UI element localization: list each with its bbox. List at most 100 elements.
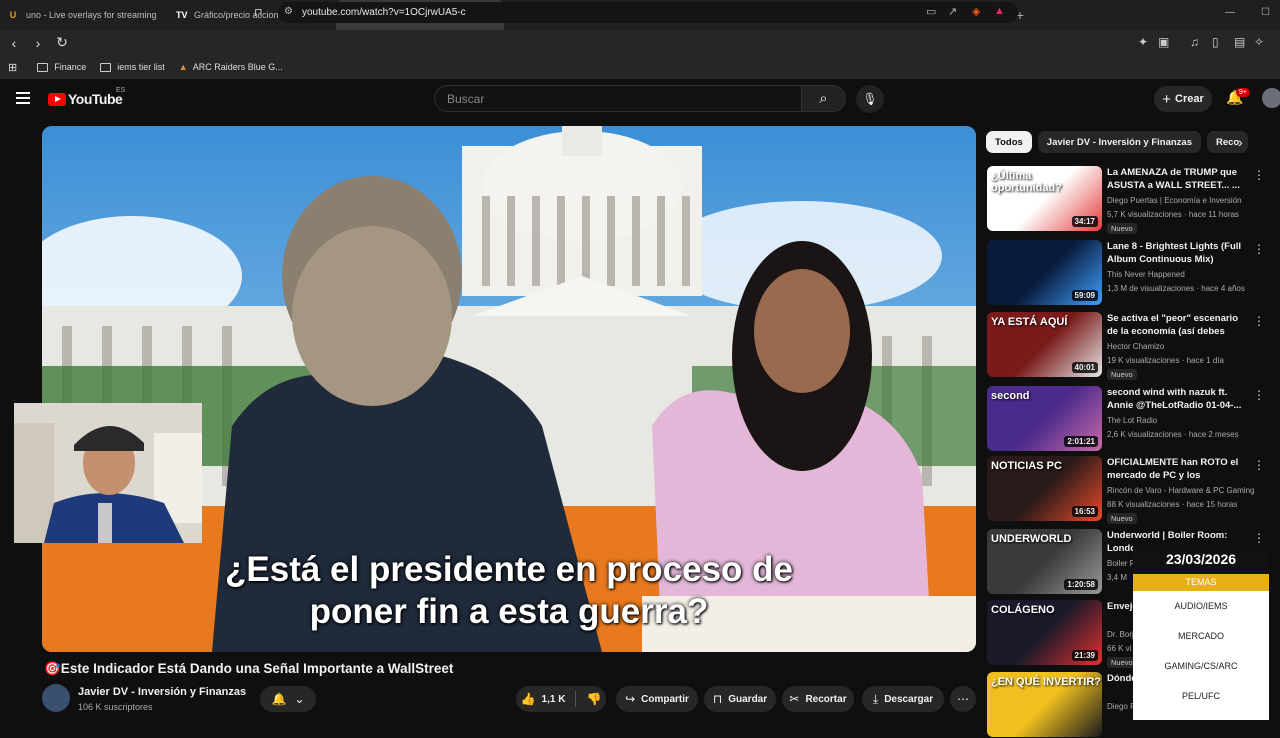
subtitle-line-1: ¿Está el presidente en proceso de [225, 550, 793, 589]
thumbnail-text: UNDERWORLD [991, 533, 1072, 545]
subscriber-count: 106 K suscriptores [78, 702, 153, 712]
plus-icon: + [1162, 90, 1171, 108]
extensions-icon[interactable]: ✦ [1138, 35, 1148, 49]
bookmark-arc-raiders[interactable]: ▲ ARC Raiders Blue G... [179, 62, 283, 72]
subscription-bell-button[interactable]: 🔔 ⌄ [260, 686, 316, 712]
share-button[interactable]: ↪ Compartir [616, 686, 698, 712]
site-info-icon[interactable]: ⚙ [284, 6, 293, 17]
thumbnail-text: second [991, 390, 1030, 402]
video-thumbnail[interactable]: ¿Última oportunidad? 34:17 [987, 166, 1102, 231]
video-thumbnail[interactable]: COLÁGENO 21:39 [987, 600, 1102, 665]
channel-name[interactable]: Hector Chamizo [1107, 342, 1164, 351]
dislike-icon[interactable]: 👎 [586, 692, 601, 706]
channel-name[interactable]: The Lot Radio [1107, 416, 1157, 425]
more-options-icon[interactable]: ⋮ [1253, 242, 1265, 256]
video-player[interactable]: ¿Está el presidente en proceso de poner … [42, 126, 976, 652]
more-options-icon[interactable]: ⋮ [1253, 314, 1265, 328]
video-title[interactable]: OFICIALMENTE han ROTO el mercado de PC y… [1107, 456, 1249, 483]
search-input[interactable]: Buscar [434, 85, 802, 112]
video-thumbnail[interactable]: NOTICIAS PC 16:53 [987, 456, 1102, 521]
video-thumbnail[interactable]: second 2:01:21 [987, 386, 1102, 451]
download-button[interactable]: ⤓ Descargar [862, 686, 944, 712]
avatar[interactable] [1262, 88, 1280, 108]
browser-tab[interactable]: Uuno - Live overlays for streaming [0, 0, 168, 30]
url-text: youtube.com/watch?v=1OCjrwUA5-c [302, 7, 466, 18]
bookmarks-bar: ⊞ Finance iems tier list ▲ ARC Raiders Bl… [0, 55, 1280, 79]
share-icon[interactable]: ↗ [948, 5, 957, 18]
brave-rewards-icon[interactable]: ▲ [994, 5, 1005, 17]
video-duration: 16:53 [1071, 506, 1098, 517]
channel-name[interactable]: This Never Happened [1107, 270, 1185, 279]
window-controls: — ☐ [1225, 7, 1270, 18]
voice-search-button[interactable]: 🎙 [856, 85, 884, 113]
video-thumbnail[interactable]: YA ESTÁ AQUÍ 40:01 [987, 312, 1102, 377]
maximize-icon[interactable]: ☐ [1261, 7, 1270, 18]
video-title: 🎯Este Indicador Está Dando una Señal Imp… [44, 661, 454, 676]
back-icon[interactable]: ‹ [4, 35, 24, 51]
video-title[interactable]: second wind with nazuk ft. Annie @TheLot… [1107, 386, 1249, 412]
video-title[interactable]: Se activa el "peor" escenario de la econ… [1107, 312, 1249, 339]
save-button[interactable]: ⊓ Guardar [704, 686, 776, 712]
folder-icon [100, 62, 112, 72]
video-thumbnail[interactable]: ¿EN QUÉ INVERTIR? [987, 672, 1102, 737]
cast-icon[interactable]: ▭ [926, 5, 936, 18]
minimize-icon[interactable]: — [1225, 7, 1235, 18]
scissors-icon: ✂ [789, 692, 800, 706]
chip-all[interactable]: Todos [986, 131, 1032, 153]
url-field[interactable]: ⚙ youtube.com/watch?v=1OCjrwUA5-c ▭ ↗ ◈ … [278, 2, 1018, 23]
clip-button[interactable]: ✂ Recortar [782, 686, 854, 712]
forward-icon[interactable]: › [28, 35, 48, 51]
recommended-video[interactable]: YA ESTÁ AQUÍ 40:01 Se activa el "peor" esc… [987, 312, 1267, 380]
screenshot-icon[interactable]: ▣ [1158, 35, 1169, 49]
thumbnail-text: YA ESTÁ AQUÍ [991, 316, 1068, 328]
video-duration: 1:20:58 [1064, 579, 1098, 590]
video-title[interactable]: Lane 8 - Brightest Lights (Full Album Co… [1107, 240, 1249, 266]
download-icon: ⤓ [872, 691, 879, 706]
create-button[interactable]: + Crear [1154, 86, 1212, 112]
video-title[interactable]: La AMENAZA de TRUMP que ASUSTA a WALL ST… [1107, 166, 1249, 192]
chevron-right-icon[interactable]: › [1238, 134, 1243, 150]
leo-ai-icon[interactable]: ✧ [1254, 35, 1264, 49]
thumbnail-text: ¿Última oportunidad? [991, 170, 1062, 194]
search-button[interactable]: ⌕ [802, 85, 846, 112]
media-icon[interactable]: ♫ [1190, 35, 1199, 49]
more-options-icon[interactable]: ⋮ [1253, 458, 1265, 472]
like-icon[interactable]: 👍 [521, 692, 536, 706]
apps-grid-icon[interactable]: ⊞ [8, 61, 17, 74]
mic-icon: 🎙 [862, 92, 878, 106]
more-options-icon[interactable]: ⋮ [1253, 168, 1265, 182]
tab-favicon-icon: TV [176, 10, 188, 20]
video-duration: 34:17 [1071, 216, 1098, 227]
like-count[interactable]: 1,1 K [542, 694, 566, 705]
bookmark-iems[interactable]: iems tier list [100, 62, 165, 72]
channel-name[interactable]: Javier DV - Inversión y Finanzas [78, 686, 246, 698]
reload-icon[interactable]: ↻ [52, 34, 72, 51]
channel-name[interactable]: Diego Puertas | Economía e Inversión [1107, 196, 1242, 205]
video-metadata: 1,3 M de visualizaciones · hace 4 años [1107, 284, 1245, 293]
recommended-video[interactable]: second 2:01:21 second wind with nazuk ft. … [987, 386, 1267, 452]
wallet-icon[interactable]: ▤ [1234, 35, 1245, 49]
channel-avatar[interactable] [42, 684, 70, 712]
menu-icon[interactable] [16, 92, 30, 104]
more-options-icon[interactable]: ⋮ [1253, 531, 1265, 545]
sidebar-icon[interactable]: ▯ [1212, 35, 1219, 49]
recommended-video[interactable]: NOTICIAS PC 16:53 OFICIALMENTE han ROTO el… [987, 456, 1267, 524]
more-actions-button[interactable]: ⋯ [950, 686, 976, 712]
video-metadata: 2,6 K visualizaciones · hace 2 meses [1107, 430, 1239, 439]
overlay-item: AUDIO/IEMS [1174, 601, 1228, 611]
brave-shield-icon[interactable]: ◈ [972, 5, 980, 18]
video-thumbnail[interactable]: 59:09 [987, 240, 1102, 305]
video-thumbnail[interactable]: UNDERWORLD 1:20:58 [987, 529, 1102, 594]
recommended-video[interactable]: 59:09 Lane 8 - Brightest Lights (Full Alb… [987, 240, 1267, 306]
channel-name[interactable]: Rincón de Varo - Hardware & PC Gaming [1107, 486, 1254, 495]
bookmark-page-icon[interactable]: ⊓ [254, 6, 263, 19]
chip-channel[interactable]: Javier DV - Inversión y Finanzas [1037, 131, 1201, 153]
folder-icon [37, 62, 49, 72]
video-metadata: 19 K visualizaciones · hace 1 día [1107, 356, 1224, 365]
more-options-icon[interactable]: ⋮ [1253, 388, 1265, 402]
video-metadata: 3,4 M [1107, 573, 1128, 582]
youtube-play-icon [48, 92, 66, 106]
recommended-video[interactable]: ¿Última oportunidad? 34:17 La AMENAZA de T… [987, 166, 1267, 234]
bookmark-finance[interactable]: Finance [37, 62, 86, 72]
youtube-logo[interactable]: YouTube ES [48, 87, 125, 107]
